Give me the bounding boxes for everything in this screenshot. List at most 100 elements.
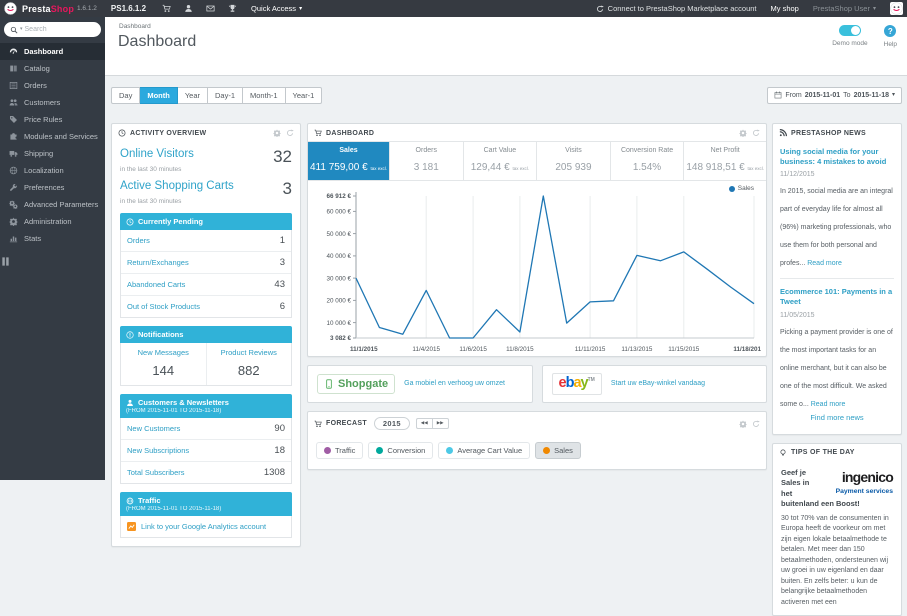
svg-text:11/4/2015: 11/4/2015 xyxy=(412,346,440,353)
ebay-link[interactable]: Start uw eBay-winkel vandaag xyxy=(611,379,705,388)
forecast-prev-button[interactable]: ◀◀ xyxy=(416,418,432,430)
ingenico-logo[interactable]: ingenico Payment services xyxy=(821,469,893,495)
forecast-legend-average-cart-value[interactable]: Average Cart Value xyxy=(438,442,530,459)
activity-section-currently-pending: Currently PendingOrders1Return/Exchanges… xyxy=(120,213,292,318)
sidebar-item-stats[interactable]: Stats xyxy=(0,230,105,247)
metric-cart-value[interactable]: Cart Value129,44 € tax excl. xyxy=(464,142,538,180)
demo-mode-toggle[interactable] xyxy=(839,25,861,36)
col-link[interactable]: Product Reviews xyxy=(209,348,290,357)
marketplace-connect-link[interactable]: Connect to PrestaShop Marketplace accoun… xyxy=(596,4,757,13)
gear-icon[interactable] xyxy=(739,420,747,428)
refresh-icon[interactable] xyxy=(752,420,760,428)
sidebar-item-shipping[interactable]: Shipping xyxy=(0,145,105,162)
forecast-legend-traffic[interactable]: Traffic xyxy=(316,442,363,459)
avatar[interactable] xyxy=(890,2,903,15)
sidebar-item-modules-and-services[interactable]: Modules and Services xyxy=(0,128,105,145)
legend-label: Sales xyxy=(554,446,573,455)
user-menu[interactable]: PrestaShop User ▾ xyxy=(813,4,876,13)
help-button[interactable]: ? xyxy=(884,25,896,37)
news-item-title[interactable]: Ecommerce 101: Payments in a Tweet xyxy=(780,287,894,307)
tab-year-1[interactable]: Year-1 xyxy=(286,87,323,104)
gear-icon[interactable] xyxy=(273,129,281,137)
messages-notifications-icon[interactable] xyxy=(206,4,215,13)
forecast-legend-conversion[interactable]: Conversion xyxy=(368,442,433,459)
page-title: Dashboard xyxy=(118,33,196,51)
sidebar-item-preferences[interactable]: Preferences xyxy=(0,179,105,196)
brand-shop: Shop xyxy=(51,4,74,14)
search-input[interactable] xyxy=(25,26,95,33)
activity-stat-link[interactable]: Active Shopping Carts xyxy=(120,180,234,192)
tab-year[interactable]: Year xyxy=(178,87,208,104)
sidebar-item-advanced-parameters[interactable]: Advanced Parameters xyxy=(0,196,105,213)
svg-text:11/18/201: 11/18/201 xyxy=(733,346,761,353)
trophy-icon[interactable] xyxy=(228,4,237,13)
news-item-excerpt: Picking a payment provider is one of the… xyxy=(780,329,893,408)
metric-net-profit[interactable]: Net Profit148 918,51 € tax excl. xyxy=(684,142,766,180)
refresh-icon[interactable] xyxy=(752,129,760,137)
ga-icon xyxy=(127,522,136,531)
sidebar-item-customers[interactable]: Customers xyxy=(0,94,105,111)
row-link-total-subscribers[interactable]: Total Subscribers xyxy=(127,468,185,477)
forecast-year-pill[interactable]: 2015 xyxy=(374,417,410,430)
row-link-orders[interactable]: Orders xyxy=(127,236,150,245)
svg-text:11/8/2015: 11/8/2015 xyxy=(506,346,534,353)
row-link-new-subscriptions[interactable]: New Subscriptions xyxy=(127,446,189,455)
activity-stat-link[interactable]: Online Visitors xyxy=(120,148,194,160)
forecast-next-button[interactable]: ▶▶ xyxy=(432,418,449,430)
kpi-strip: Sales411 759,00 € tax excl.Orders3 181Ca… xyxy=(308,141,766,181)
refresh-icon[interactable] xyxy=(286,129,294,137)
metric-visits[interactable]: Visits205 939 xyxy=(537,142,611,180)
legend-dot xyxy=(729,186,735,192)
puzzle-icon xyxy=(9,132,18,141)
my-shop-link[interactable]: My shop xyxy=(771,4,799,13)
sidebar-item-label: Dashboard xyxy=(24,47,63,56)
row-link-new-customers[interactable]: New Customers xyxy=(127,424,180,433)
news-item-title[interactable]: Using social media for your business: 4 … xyxy=(780,147,894,167)
sidebar-item-dashboard[interactable]: Dashboard xyxy=(0,43,105,60)
sidebar-item-price-rules[interactable]: Price Rules xyxy=(0,111,105,128)
sidebar-item-localization[interactable]: Localization xyxy=(0,162,105,179)
sidebar-search[interactable]: ▾ xyxy=(4,22,101,37)
metric-label: Orders xyxy=(392,147,461,154)
tab-day[interactable]: Day xyxy=(111,87,140,104)
search-icon xyxy=(10,26,18,34)
table-row: Return/Exchanges3 xyxy=(121,252,291,274)
metric-orders[interactable]: Orders3 181 xyxy=(390,142,464,180)
tab-month-1[interactable]: Month-1 xyxy=(243,87,286,104)
sidebar-item-label: Preferences xyxy=(24,183,64,192)
shopgate-link[interactable]: Ga mobiel en verhoog uw omzet xyxy=(404,379,505,388)
quick-access-menu[interactable]: Quick Access ▾ xyxy=(251,4,302,13)
legend-label: Average Cart Value xyxy=(457,446,522,455)
activity-stat-sub: in the last 30 minutes xyxy=(120,198,292,205)
sidebar-item-label: Orders xyxy=(24,81,47,90)
tab-month[interactable]: Month xyxy=(140,87,178,104)
ebay-letter: e xyxy=(559,375,566,391)
ebay-letter: y xyxy=(581,375,588,391)
tab-day-1[interactable]: Day-1 xyxy=(208,87,243,104)
chart-legend[interactable]: Sales xyxy=(729,185,754,192)
ebay-letter: a xyxy=(573,375,580,391)
customers-notifications-icon[interactable] xyxy=(184,4,193,13)
metric-suffix: tax excl. xyxy=(512,166,529,171)
shopgate-logo-text: Shopgate xyxy=(338,378,388,390)
read-more-link[interactable]: Read more xyxy=(811,401,846,408)
google-analytics-link[interactable]: Link to your Google Analytics account xyxy=(141,522,266,531)
sidebar-item-administration[interactable]: Administration xyxy=(0,213,105,230)
row-link-abandoned-carts[interactable]: Abandoned Carts xyxy=(127,280,185,289)
find-more-news-link[interactable]: Find more news xyxy=(780,413,894,422)
row-link-out-of-stock-products[interactable]: Out of Stock Products xyxy=(127,302,200,311)
date-range-button[interactable]: From 2015-11-01 To 2015-11-18 ▾ xyxy=(767,87,902,104)
sidebar-item-catalog[interactable]: Catalog xyxy=(0,60,105,77)
sidebar-collapse-button[interactable] xyxy=(0,256,11,267)
metric-sales[interactable]: Sales411 759,00 € tax excl. xyxy=(308,142,390,180)
col-value: 882 xyxy=(209,363,290,378)
chevron-down-icon[interactable]: ▾ xyxy=(20,27,23,32)
col-link[interactable]: New Messages xyxy=(123,348,204,357)
row-link-return-exchanges[interactable]: Return/Exchanges xyxy=(127,258,189,267)
forecast-legend-sales[interactable]: Sales xyxy=(535,442,581,459)
orders-notifications-icon[interactable] xyxy=(162,4,171,13)
metric-conversion-rate[interactable]: Conversion Rate1.54% xyxy=(611,142,685,180)
gear-icon[interactable] xyxy=(739,129,747,137)
read-more-link[interactable]: Read more xyxy=(807,260,842,267)
sidebar-item-orders[interactable]: Orders xyxy=(0,77,105,94)
